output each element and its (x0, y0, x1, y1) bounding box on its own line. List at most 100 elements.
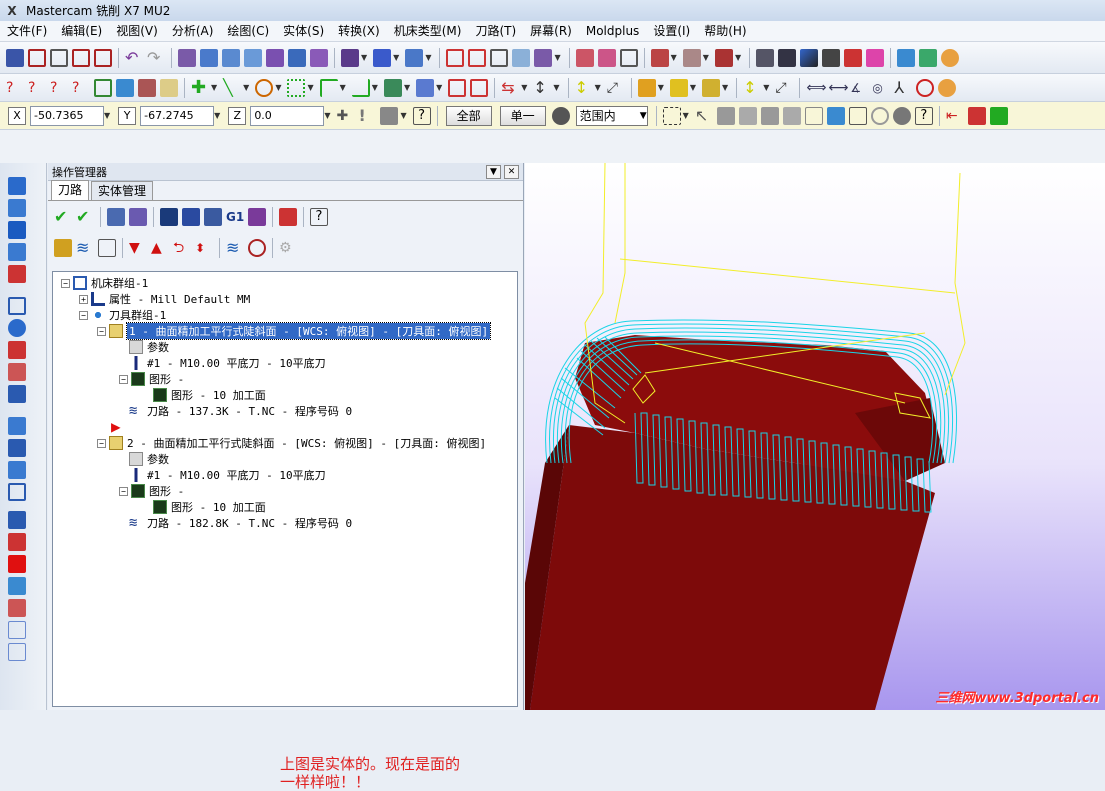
shape-icon[interactable] (967, 106, 986, 125)
select-window-icon[interactable] (222, 48, 240, 67)
grid-check-icon[interactable] (94, 78, 112, 97)
analyze-chain-icon[interactable]: ? (72, 79, 90, 97)
move-icon[interactable] (8, 461, 26, 479)
solid-face-icon[interactable] (804, 106, 823, 125)
simulate-icon[interactable] (204, 207, 222, 226)
select-all-ops-icon[interactable]: ✔ (54, 207, 72, 226)
trim-icon[interactable] (448, 78, 467, 97)
tree-op1-toolpath[interactable]: ≋ 刀路 - 137.3K - T.NC - 程序号码 0 (129, 403, 352, 419)
wire-shade-icon[interactable] (682, 48, 701, 67)
spline-icon[interactable] (416, 78, 435, 97)
measure-v-icon[interactable]: ⟷ (828, 79, 848, 97)
redo-icon[interactable]: ↷ (147, 48, 165, 67)
dimension-icon[interactable]: ↕ (575, 78, 593, 97)
post-g1-icon[interactable]: G1 (226, 208, 244, 226)
frame-icon[interactable] (8, 297, 26, 315)
layer-icon[interactable] (8, 417, 26, 435)
analyze-icon[interactable]: ? (6, 79, 24, 97)
axis-icon[interactable]: ⅄ (894, 78, 912, 97)
hex2-icon[interactable] (738, 106, 757, 125)
undo-icon[interactable]: ↶ (125, 48, 143, 67)
help2-icon[interactable]: ? (914, 106, 933, 125)
chain-icon[interactable] (844, 48, 863, 67)
save-icon[interactable] (6, 48, 24, 67)
layers-icon[interactable] (405, 48, 424, 67)
selection-mask-icon[interactable] (551, 106, 570, 125)
orb-icon[interactable] (941, 48, 960, 67)
fast-point-icon[interactable]: ✚ (336, 107, 354, 125)
layout2-icon[interactable] (160, 78, 178, 97)
tree-op2[interactable]: − 2 - 曲面精加工平行式陡斜面 - [WCS: 俯视图] - [刀具面: 俯… (97, 435, 486, 451)
unlink-icon[interactable] (597, 48, 616, 67)
arrow-down-icon[interactable] (8, 243, 26, 261)
display-geo-icon[interactable] (248, 238, 266, 257)
hex4-icon[interactable] (782, 106, 801, 125)
window-frame-icon[interactable] (50, 48, 68, 67)
split-view-icon[interactable] (72, 48, 90, 67)
hex-icon[interactable] (716, 106, 735, 125)
shade-icon[interactable] (650, 48, 669, 67)
link-icon[interactable] (575, 48, 594, 67)
verify-solid-icon[interactable] (182, 207, 200, 226)
hex3-icon[interactable] (760, 106, 779, 125)
tree-op1-geometry-child[interactable]: 图形 - 10 加工面 (153, 387, 266, 403)
wedge-icon[interactable] (8, 341, 26, 359)
tree-op2-geometry[interactable]: − 图形 - (119, 483, 184, 499)
tree-root[interactable]: − 机床群组-1 (61, 275, 148, 291)
tag-icon[interactable] (866, 48, 885, 67)
check-icon[interactable] (116, 78, 134, 97)
copy-icon[interactable] (534, 48, 553, 67)
panel-close-button[interactable]: ✕ (504, 164, 519, 179)
menu-machine-type[interactable]: 机床类型(M) (387, 21, 469, 42)
brush-icon[interactable] (714, 48, 733, 67)
menu-help[interactable]: 帮助(H) (697, 21, 753, 42)
select-point-icon[interactable] (310, 48, 328, 67)
regen-dirty-icon[interactable] (129, 207, 147, 226)
tree-op2-params[interactable]: 参数 (129, 451, 169, 467)
shape-add-icon[interactable] (989, 106, 1008, 125)
post-toggle-icon[interactable] (98, 238, 116, 257)
arc-icon[interactable] (8, 221, 26, 239)
settings-disabled-icon[interactable]: ⚙ (279, 239, 297, 257)
sphere-icon[interactable] (8, 319, 26, 337)
break-icon[interactable] (470, 78, 489, 97)
insert-arrow-icon[interactable]: ⮌ (173, 239, 191, 257)
rotate-icon[interactable] (8, 199, 26, 217)
box-icon[interactable] (8, 265, 26, 283)
graphics-viewport[interactable]: 三维网www.3dportal.cn (525, 163, 1105, 710)
doc-red-icon[interactable] (8, 599, 26, 617)
shapes-icon[interactable] (8, 533, 26, 551)
cube-icon[interactable] (897, 48, 916, 67)
menu-analyze[interactable]: 分析(A) (165, 21, 221, 42)
tree-op1-tool[interactable]: #1 - M10.00 平底刀 - 10平底刀 (129, 355, 326, 371)
tree-op1-geometry[interactable]: − 图形 - (119, 371, 184, 387)
menu-xform[interactable]: 转换(X) (331, 21, 387, 42)
help-ops-icon[interactable]: ? (310, 207, 328, 226)
verify-icon[interactable] (848, 106, 867, 125)
tab-toolpaths[interactable]: 刀路 (51, 180, 90, 200)
updown-icon[interactable]: ⬍ (195, 239, 213, 257)
measure-r-icon[interactable]: ◎ (872, 79, 890, 97)
palette-icon[interactable] (8, 577, 26, 595)
orb2-icon[interactable] (938, 78, 957, 97)
plane-icon[interactable] (8, 363, 26, 381)
cube-green-icon[interactable] (919, 48, 938, 67)
move-up-icon[interactable]: ▲ (151, 239, 169, 257)
analyze-angle-icon[interactable]: ? (50, 79, 68, 97)
chamfer-icon[interactable] (319, 78, 338, 97)
display-path-icon[interactable]: ≋ (226, 238, 244, 257)
arrow-select-icon[interactable]: ↖ (695, 106, 713, 125)
target-icon[interactable] (916, 78, 935, 97)
select-chain-icon[interactable] (200, 48, 218, 67)
select-region-icon[interactable] (244, 48, 262, 67)
menu-file[interactable]: 文件(F) (0, 21, 54, 42)
camera-icon[interactable] (822, 48, 841, 67)
tree-op2-tool[interactable]: #1 - M10.00 平底刀 - 10平底刀 (129, 467, 326, 483)
stack-icon[interactable] (8, 439, 26, 457)
toggle-display-icon[interactable]: ≋ (76, 238, 94, 257)
select-vector-icon[interactable] (288, 48, 306, 67)
polyline-icon[interactable] (351, 78, 370, 97)
insert-arrow[interactable]: ▶ (111, 419, 129, 435)
select-invalid-ops-icon[interactable]: ✔ (76, 207, 94, 226)
cylinder-icon[interactable] (383, 78, 402, 97)
